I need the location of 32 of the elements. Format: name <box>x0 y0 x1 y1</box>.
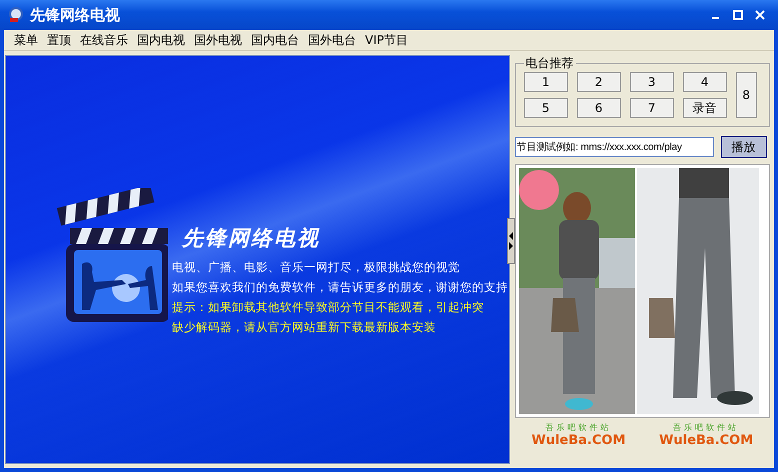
menu-item[interactable]: 在线音乐 <box>80 32 128 48</box>
menu-item[interactable]: 国外电视 <box>194 32 242 48</box>
splash-text: 电视、广播、电影、音乐一网打尽，极限挑战您的视觉 <box>172 260 461 276</box>
maximize-icon[interactable] <box>732 9 744 21</box>
station-button[interactable]: 2 <box>576 72 621 92</box>
splash-text: 如果您喜欢我们的免费软件，请告诉更多的朋友，谢谢您的支持 <box>172 280 508 296</box>
splash-text: 提示：如果卸载其他软件导致部分节目不能观看，引起冲突 <box>172 300 485 316</box>
close-icon[interactable] <box>754 9 766 21</box>
menu-item[interactable]: 菜单 <box>14 32 38 48</box>
station-button[interactable]: 3 <box>630 72 674 92</box>
splash-text: 缺少解码器，请从官方网站重新下载最新版本安装 <box>172 320 437 336</box>
station-button[interactable]: 6 <box>576 98 621 118</box>
menu-item[interactable]: 国内电视 <box>137 32 185 48</box>
splitter-handle[interactable] <box>506 218 515 264</box>
station-button[interactable]: 1 <box>524 72 568 92</box>
play-button[interactable]: 播放 <box>720 136 767 158</box>
menu-item[interactable]: 国内电台 <box>251 32 299 48</box>
station-button[interactable]: 4 <box>682 72 727 92</box>
window-title: 先锋网络电视 <box>30 6 121 24</box>
menu-item[interactable]: 国外电台 <box>308 32 356 48</box>
group-title: 电台推荐 <box>524 55 575 72</box>
site-logo: 吾乐吧软件站 WuleBa.COM <box>531 422 626 448</box>
station-button[interactable]: 8 <box>736 72 757 118</box>
station-button[interactable]: 5 <box>524 98 568 118</box>
collapse-arrows-icon <box>508 231 514 251</box>
splash-title: 先锋网络电视 <box>182 225 321 252</box>
url-field[interactable]: 节目测试例如: mms://xxx.xxx.com/play <box>514 137 714 157</box>
station-button[interactable]: 录音 <box>682 98 727 118</box>
site-logo: 吾乐吧软件站 WuleBa.COM <box>659 422 754 448</box>
menu-item[interactable]: VIP节目 <box>365 32 408 48</box>
menu-item[interactable]: 置顶 <box>47 32 71 48</box>
station-button[interactable]: 7 <box>630 98 674 118</box>
